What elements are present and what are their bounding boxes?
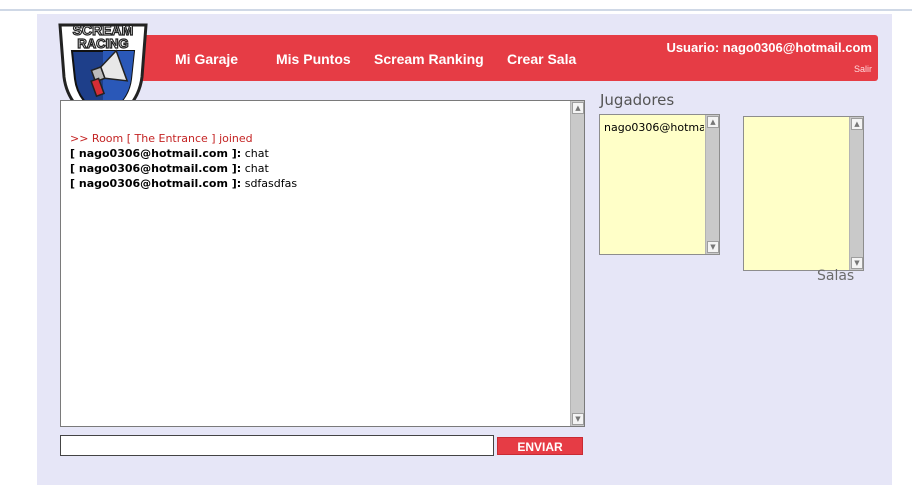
chat-message-user: [ nago0306@hotmail.com ]: bbox=[70, 147, 242, 160]
scroll-down-icon[interactable]: ▼ bbox=[572, 413, 584, 425]
send-button[interactable]: ENVIAR bbox=[497, 437, 583, 455]
chat-scrollbar[interactable]: ▲ ▼ bbox=[570, 101, 584, 426]
players-title: Jugadores bbox=[600, 91, 675, 109]
nav-mi-garaje[interactable]: Mi Garaje bbox=[175, 51, 238, 67]
chat-message-text: chat bbox=[241, 147, 269, 160]
chat-message-text: sdfasdfas bbox=[241, 177, 298, 190]
message-input[interactable] bbox=[60, 435, 494, 456]
rooms-list[interactable]: ▲ ▼ bbox=[743, 116, 864, 271]
nav-crear-sala[interactable]: Crear Sala bbox=[507, 51, 576, 67]
nav-scream-ranking[interactable]: Scream Ranking bbox=[374, 51, 484, 67]
scroll-up-icon[interactable]: ▲ bbox=[707, 116, 719, 128]
top-navbar: Mi Garaje Mis Puntos Scream Ranking Crea… bbox=[64, 35, 878, 81]
logout-link[interactable]: Salir bbox=[854, 64, 872, 74]
players-list[interactable]: nago0306@hotma ▲ ▼ bbox=[599, 114, 720, 255]
chat-message: [ nago0306@hotmail.com ]: chat bbox=[70, 161, 297, 176]
player-entry[interactable]: nago0306@hotma bbox=[604, 121, 704, 134]
chat-message-user: [ nago0306@hotmail.com ]: bbox=[70, 177, 242, 190]
players-scrollbar[interactable]: ▲ ▼ bbox=[705, 115, 719, 254]
chat-message-user: [ nago0306@hotmail.com ]: bbox=[70, 162, 242, 175]
scroll-up-icon[interactable]: ▲ bbox=[572, 102, 584, 114]
top-divider bbox=[0, 9, 912, 11]
chat-log[interactable]: >> Room [ The Entrance ] joined [ nago03… bbox=[60, 100, 585, 427]
system-message: >> Room [ The Entrance ] joined bbox=[70, 132, 253, 145]
chat-message-text: chat bbox=[241, 162, 269, 175]
user-label: Usuario: nago0306@hotmail.com bbox=[666, 40, 872, 55]
scroll-down-icon[interactable]: ▼ bbox=[707, 241, 719, 253]
rooms-scrollbar[interactable]: ▲ ▼ bbox=[849, 117, 863, 270]
nav-mis-puntos[interactable]: Mis Puntos bbox=[276, 51, 351, 67]
logo-text-bottom: RACING bbox=[77, 36, 128, 51]
scroll-up-icon[interactable]: ▲ bbox=[851, 118, 863, 130]
rooms-title: Salas bbox=[817, 268, 855, 284]
chat-message: [ nago0306@hotmail.com ]: chat bbox=[70, 146, 297, 161]
chat-message: [ nago0306@hotmail.com ]: sdfasdfas bbox=[70, 176, 297, 191]
